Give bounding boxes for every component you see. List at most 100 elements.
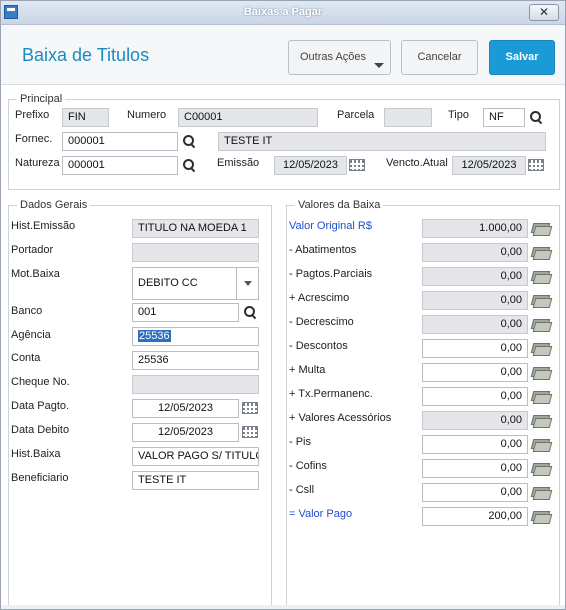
- money-icon[interactable]: [531, 438, 549, 450]
- money-icon[interactable]: [531, 414, 549, 426]
- money-icon[interactable]: [531, 270, 549, 282]
- valor-row-label: + Acrescimo: [289, 292, 350, 304]
- valores-baixa-legend: Valores da Baixa: [295, 199, 384, 211]
- valor-row-label: - Abatimentos: [289, 244, 357, 256]
- vencto-field[interactable]: 12/05/2023: [452, 156, 526, 175]
- calendar-icon[interactable]: [349, 159, 365, 171]
- money-icon[interactable]: [531, 390, 549, 402]
- data-pagto-label: Data Pagto.: [11, 400, 70, 412]
- valor-row-field[interactable]: 0,00: [422, 315, 528, 334]
- numero-label: Numero: [127, 109, 167, 121]
- valor-row-label: - Cofins: [289, 460, 327, 472]
- hist-emissao-label: Hist.Emissão: [11, 220, 76, 232]
- fornec-field[interactable]: 000001: [62, 132, 178, 151]
- valor-row-label: Valor Original R$: [289, 220, 372, 232]
- outras-acoes-label: Outras Ações: [300, 51, 367, 63]
- title-bar: Baixas a Pagar ✕: [1, 1, 565, 25]
- money-icon[interactable]: [531, 342, 549, 354]
- portador-field[interactable]: [132, 243, 259, 262]
- valor-row-label: + Multa: [289, 364, 326, 376]
- close-button[interactable]: ✕: [529, 4, 559, 21]
- valor-row-label: - Decrescimo: [289, 316, 354, 328]
- prefixo-field[interactable]: FIN: [62, 108, 109, 127]
- tipo-field[interactable]: NF: [483, 108, 525, 127]
- hist-baixa-label: Hist.Baixa: [11, 448, 61, 460]
- vencto-label: Vencto.Atual: [386, 157, 448, 169]
- money-icon[interactable]: [531, 294, 549, 306]
- prefixo-label: Prefixo: [15, 109, 50, 121]
- page-title: Baixa de Titulos: [22, 45, 150, 65]
- valor-row-field[interactable]: 0,00: [422, 435, 528, 454]
- emissao-label: Emissão: [217, 157, 260, 169]
- data-pagto-field[interactable]: 12/05/2023: [132, 399, 239, 418]
- search-icon[interactable]: [182, 158, 196, 172]
- valor-row-field[interactable]: 0,00: [422, 387, 528, 406]
- valores-baixa-group: Valores da Baixa: [286, 199, 560, 609]
- beneficiario-field[interactable]: TESTE IT: [132, 471, 259, 490]
- mot-baixa-value: DEBITO CC: [138, 277, 198, 289]
- valor-row-field[interactable]: 0,00: [422, 411, 528, 430]
- calendar-icon[interactable]: [528, 159, 544, 171]
- conta-label: Conta: [11, 352, 41, 364]
- agencia-label: Agência: [11, 329, 51, 341]
- banco-field[interactable]: 001: [132, 303, 239, 322]
- valor-row-field[interactable]: 0,00: [422, 363, 528, 382]
- money-icon[interactable]: [531, 246, 549, 258]
- search-icon[interactable]: [243, 305, 257, 319]
- valor-row-field[interactable]: 0,00: [422, 291, 528, 310]
- valor-row-label: - Pagtos.Parciais: [289, 268, 373, 280]
- cancel-button[interactable]: Cancelar: [401, 40, 478, 75]
- valor-row-field[interactable]: 0,00: [422, 339, 528, 358]
- hist-baixa-field[interactable]: VALOR PAGO S/ TITULO: [132, 447, 259, 466]
- header-bar: Baixa de Titulos Outras Ações Cancelar S…: [1, 25, 565, 85]
- search-icon[interactable]: [529, 110, 543, 124]
- banco-label: Banco: [11, 305, 43, 317]
- mot-baixa-label: Mot.Baixa: [11, 268, 60, 280]
- calendar-icon[interactable]: [242, 426, 258, 438]
- status-bar: [1, 605, 565, 609]
- principal-legend: Principal: [17, 93, 66, 105]
- hist-emissao-field[interactable]: TITULO NA MOEDA 1: [132, 219, 259, 238]
- numero-field[interactable]: C00001: [178, 108, 318, 127]
- valor-row-label: - Pis: [289, 436, 311, 448]
- parcela-field[interactable]: [384, 108, 432, 127]
- conta-field[interactable]: 25536: [132, 351, 259, 370]
- chevron-down-icon[interactable]: [236, 268, 258, 299]
- money-icon[interactable]: [531, 486, 549, 498]
- valor-row-field[interactable]: 200,00: [422, 507, 528, 526]
- fornec-label: Fornec.: [15, 133, 53, 145]
- mot-baixa-select[interactable]: DEBITO CC: [132, 267, 259, 300]
- portador-label: Portador: [11, 244, 54, 256]
- valor-row-label: - Csll: [289, 484, 315, 496]
- valor-row-field[interactable]: 0,00: [422, 267, 528, 286]
- valor-row-label: + Valores Acessórios: [289, 412, 392, 424]
- valor-row-label: = Valor Pago: [289, 508, 353, 520]
- emissao-field[interactable]: 12/05/2023: [274, 156, 347, 175]
- money-icon[interactable]: [531, 318, 549, 330]
- valor-row-field[interactable]: 1.000,00: [422, 219, 528, 238]
- beneficiario-label: Beneficiario: [11, 472, 69, 484]
- agencia-selected-text: 25536: [138, 330, 171, 342]
- natureza-field[interactable]: 000001: [62, 156, 178, 175]
- fornec-name-field[interactable]: TESTE IT: [218, 132, 546, 151]
- save-button[interactable]: Salvar: [489, 40, 555, 75]
- data-debito-field[interactable]: 12/05/2023: [132, 423, 239, 442]
- valor-row-label: - Descontos: [289, 340, 348, 352]
- dialog-window: Baixas a Pagar ✕ Baixa de Titulos Outras…: [0, 0, 566, 610]
- calendar-icon[interactable]: [242, 402, 258, 414]
- money-icon[interactable]: [531, 222, 549, 234]
- agencia-field[interactable]: 25536: [132, 327, 259, 346]
- search-icon[interactable]: [182, 134, 196, 148]
- data-debito-label: Data Debito: [11, 424, 70, 436]
- valor-row-field[interactable]: 0,00: [422, 459, 528, 478]
- money-icon[interactable]: [531, 510, 549, 522]
- money-icon[interactable]: [531, 462, 549, 474]
- cheque-label: Cheque No.: [11, 376, 70, 388]
- valor-row-field[interactable]: 0,00: [422, 243, 528, 262]
- dados-gerais-legend: Dados Gerais: [17, 199, 91, 211]
- money-icon[interactable]: [531, 366, 549, 378]
- window-title: Baixas a Pagar: [243, 6, 323, 18]
- valor-row-field[interactable]: 0,00: [422, 483, 528, 502]
- cheque-field[interactable]: [132, 375, 259, 394]
- outras-acoes-button[interactable]: Outras Ações: [288, 40, 391, 75]
